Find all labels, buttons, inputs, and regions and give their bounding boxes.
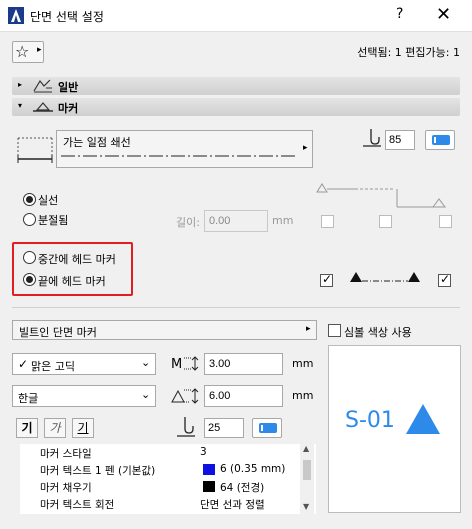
bold-button[interactable]: 기: [16, 418, 38, 438]
marker-type-dropdown[interactable]: 빌트인 단면 마커 ▸: [12, 320, 317, 340]
marker-type-arrow-icon: ▸: [306, 324, 311, 334]
marker-start-checkbox[interactable]: [320, 272, 333, 287]
marker-end-checkbox[interactable]: [438, 272, 451, 287]
scroll-down-icon[interactable]: ▼: [303, 502, 309, 511]
property-name: 마커 텍스트 회전: [40, 499, 115, 511]
end-marker-radio[interactable]: [23, 273, 36, 286]
line-pen-field[interactable]: [385, 130, 415, 150]
linetype-dropdown[interactable]: 가는 일점 쇄선 ▸: [56, 130, 313, 168]
app-icon: [8, 7, 24, 24]
help-button[interactable]: ?: [396, 6, 403, 22]
font-size-field[interactable]: [204, 353, 283, 375]
linetype-label: 가는 일점 쇄선: [63, 136, 131, 149]
font-face-value: 맑은 고딕: [31, 360, 75, 373]
separator: [12, 307, 460, 308]
favorites-button[interactable]: ☆ ▸: [12, 41, 44, 63]
font-size-unit: mm: [292, 357, 314, 370]
section-marker[interactable]: ▾ 마커: [12, 98, 460, 116]
property-value: 64 (전경): [220, 482, 265, 494]
segmented-label: 분절됨: [38, 214, 69, 227]
marker-properties-list[interactable]: 마커 스타일 3 마커 텍스트 1 펜 (기본값) 6 (0.35 mm) 마커…: [20, 444, 316, 514]
property-value: 3: [200, 446, 207, 458]
expand-arrow-icon: ▸: [18, 80, 23, 89]
dropdown-arrow-icon: ▸: [303, 143, 308, 153]
text-offset-icon: [171, 388, 199, 404]
fill-color-swatch: [203, 481, 215, 492]
segment-start-checkbox[interactable]: [321, 215, 334, 228]
scroll-thumb[interactable]: [303, 460, 311, 480]
preview-label: S-01: [345, 408, 395, 433]
middle-marker-radio[interactable]: [23, 251, 36, 264]
symbol-color-label: 심볼 색상 사용: [344, 326, 412, 339]
symbol-color-checkbox[interactable]: [328, 324, 341, 337]
pen-icon: [363, 129, 381, 147]
font-size-icon: M: [171, 356, 199, 372]
chevron-down-icon: ⌄: [141, 388, 151, 401]
end-marker-diagram: [350, 272, 420, 282]
text-offset-unit: mm: [292, 389, 314, 402]
linetype-sample: [61, 155, 297, 157]
svg-text:M: M: [171, 357, 182, 372]
list-item[interactable]: 마커 스타일 3: [20, 444, 316, 460]
text-pen-icon: [177, 417, 195, 437]
marker-type-label: 빌트인 단면 마커: [19, 326, 97, 339]
pen-color-button[interactable]: [425, 130, 455, 150]
section-marker-label: 마커: [58, 102, 79, 115]
list-item[interactable]: 마커 텍스트 1 펜 (기본값) 6 (0.35 mm): [20, 461, 316, 477]
marker-icon: [33, 102, 53, 112]
chevron-down-icon: ⌄: [141, 356, 151, 369]
italic-button[interactable]: 가: [44, 418, 66, 438]
list-scrollbar[interactable]: ▲ ▼: [300, 444, 314, 514]
preview-triangle-icon: [406, 404, 440, 434]
collapse-arrow-icon: ▾: [18, 101, 23, 110]
property-name: 마커 스타일: [40, 448, 92, 460]
scroll-up-icon[interactable]: ▲: [303, 444, 309, 453]
length-unit: mm: [272, 214, 294, 227]
star-icon: ☆: [15, 42, 30, 61]
underline-button[interactable]: 기: [72, 418, 94, 438]
marker-preview: S-01: [328, 345, 461, 513]
solid-label: 실선: [38, 194, 59, 207]
segment-end-checkbox[interactable]: [439, 215, 452, 228]
segment-middle-checkbox[interactable]: [379, 215, 392, 228]
title-bar: 단면 선택 설정 ? ✕: [0, 0, 472, 32]
section-general[interactable]: ▸ 일반: [12, 77, 460, 95]
property-name: 마커 텍스트 1 펜 (기본값): [40, 465, 156, 477]
list-item[interactable]: 마커 채우기 64 (전경): [20, 478, 316, 494]
property-value: 단면 선과 정렬: [200, 499, 265, 511]
menu-arrow-icon: ▸: [37, 45, 42, 55]
middle-marker-label: 중간에 헤드 마커: [38, 253, 116, 266]
font-face-dropdown[interactable]: ✓ 맑은 고딕 ⌄: [12, 353, 156, 375]
length-label: 길이:: [176, 216, 200, 229]
text-pen-field[interactable]: [204, 418, 244, 438]
property-name: 마커 채우기: [40, 482, 92, 494]
font-check-icon: ✓: [18, 357, 29, 371]
text-offset-field[interactable]: [204, 385, 283, 407]
list-item[interactable]: 마커 텍스트 회전 단면 선과 정렬: [20, 495, 316, 511]
general-settings-icon: [33, 79, 52, 93]
solid-radio[interactable]: [23, 193, 36, 206]
section-general-label: 일반: [58, 81, 79, 94]
length-field[interactable]: [204, 210, 268, 232]
segmented-radio[interactable]: [23, 213, 36, 226]
property-value: 6 (0.35 mm): [220, 463, 286, 475]
close-button[interactable]: ✕: [436, 4, 451, 25]
script-dropdown[interactable]: 한글 ⌄: [12, 385, 156, 407]
pen-color-swatch: [203, 464, 215, 475]
window-title: 단면 선택 설정: [30, 10, 104, 24]
text-pen-color-button[interactable]: [252, 418, 282, 438]
selection-info: 선택됨: 1 편집가능: 1: [357, 46, 460, 59]
script-value: 한글: [18, 392, 39, 405]
line-preview-icon: [17, 137, 53, 163]
end-marker-label: 끝에 헤드 마커: [38, 275, 106, 288]
